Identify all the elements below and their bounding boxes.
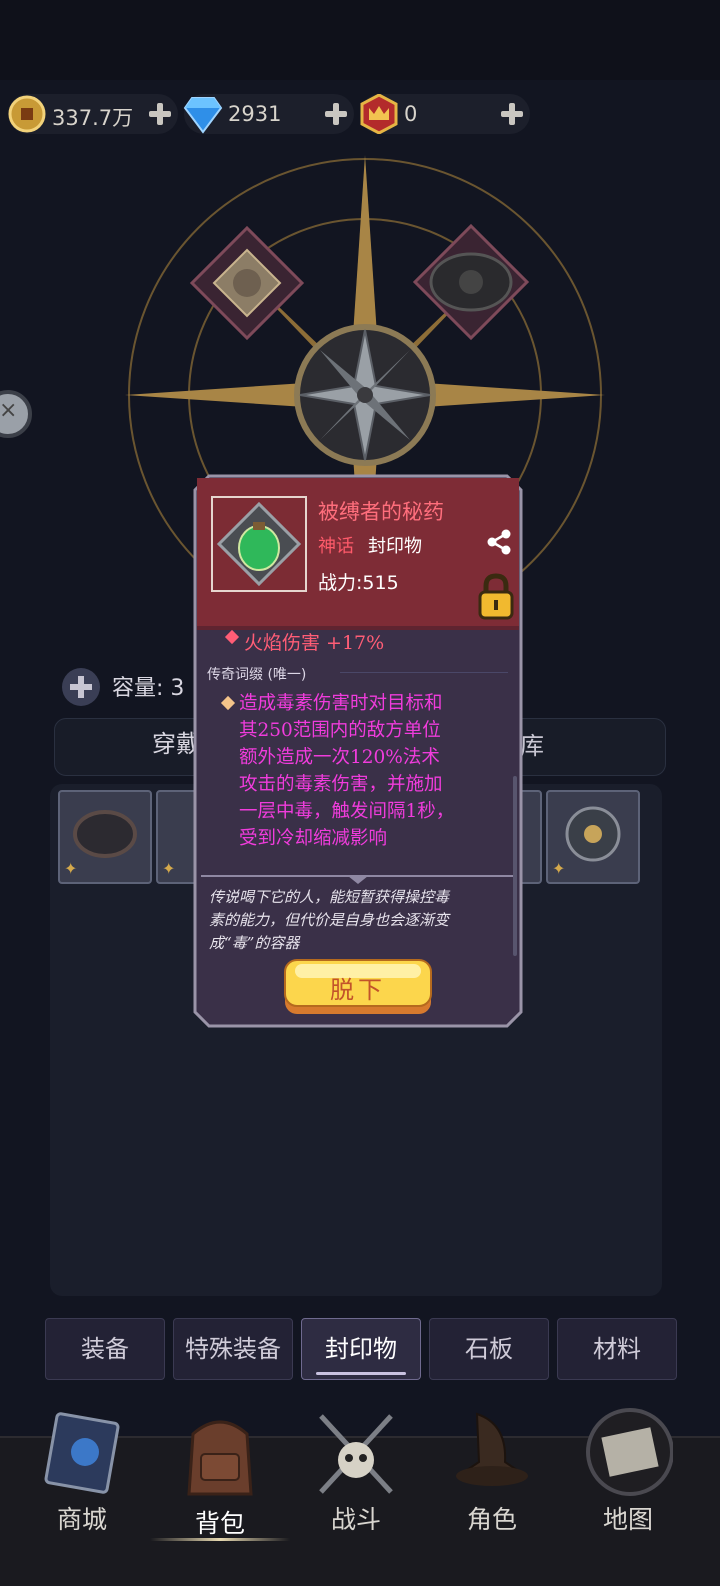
capacity-label: 容量: 3 bbox=[112, 676, 185, 701]
map-icon bbox=[586, 1408, 673, 1496]
wizard-hat-icon bbox=[456, 1412, 528, 1486]
category-seals[interactable]: 封印物 bbox=[301, 1318, 421, 1380]
item-stat: 火焰伤害 +17% bbox=[244, 632, 385, 654]
crown-badge-icon bbox=[360, 94, 398, 134]
crown-counter: 0 bbox=[360, 94, 530, 134]
diamond-counter: 2931 bbox=[183, 94, 354, 134]
affix-line: 受到冷却缩减影响 bbox=[239, 828, 388, 849]
nav-label: 战斗 bbox=[330, 1505, 381, 1534]
item-power: 战力:515 bbox=[318, 572, 399, 594]
seal-slot-topleft[interactable] bbox=[190, 226, 304, 340]
popup-scrollbar[interactable] bbox=[513, 776, 517, 956]
star-icon: ✦ bbox=[552, 859, 566, 878]
category-materials[interactable]: 材料 bbox=[557, 1318, 677, 1380]
add-diamond-button[interactable] bbox=[324, 102, 348, 126]
unequip-label: 脱下 bbox=[330, 976, 386, 1004]
add-gold-button[interactable] bbox=[148, 102, 172, 126]
item-name: 被缚者的秘药 bbox=[318, 500, 444, 524]
crossed-swords-skull-icon bbox=[319, 1414, 393, 1494]
inventory-slot[interactable]: ✦ bbox=[546, 790, 640, 884]
nav-map[interactable]: 地图 bbox=[558, 1400, 698, 1580]
gold-amount: 337.7万 bbox=[52, 106, 134, 130]
diamond-icon bbox=[183, 97, 223, 134]
backpack-icon bbox=[187, 1420, 253, 1496]
star-icon: ✦ bbox=[162, 859, 176, 878]
lore-line: 传说喝下它的人，能短暂获得操控毒 bbox=[209, 888, 450, 906]
nav-active-indicator bbox=[150, 1538, 290, 1541]
affix-line: 造成毒素伤害时对目标和 bbox=[239, 693, 443, 714]
nav-character[interactable]: 角色 bbox=[422, 1400, 562, 1580]
close-side-button[interactable] bbox=[0, 390, 32, 438]
affix-line: 一层中毒，触发间隔1秒， bbox=[239, 801, 455, 822]
nav-label: 角色 bbox=[466, 1505, 517, 1534]
item-lore: 传说喝下它的人，能短暂获得操控毒 素的能力，但代价是自身也会逐渐变 成“毒”的容… bbox=[209, 886, 507, 955]
inventory-slot[interactable]: ✦ bbox=[58, 790, 152, 884]
nav-battle[interactable]: 战斗 bbox=[286, 1400, 426, 1580]
top-strip bbox=[0, 0, 720, 80]
add-crown-button[interactable] bbox=[500, 102, 524, 126]
affix-line: 攻击的毒素伤害，并施加 bbox=[239, 774, 443, 795]
lore-line: 素的能力，但代价是自身也会逐渐变 bbox=[209, 911, 450, 929]
affix-description: 造成毒素伤害时对目标和 其250范围内的敌方单位 额外造成一次120%法术 攻击… bbox=[239, 690, 499, 852]
affix-line: 其250范围内的敌方单位 bbox=[239, 720, 441, 741]
lore-line: 成“毒”的容器 bbox=[209, 934, 300, 952]
category-special-equipment[interactable]: 特殊装备 bbox=[173, 1318, 293, 1380]
category-equipment[interactable]: 装备 bbox=[45, 1318, 165, 1380]
affix-header: 传奇词缀 (唯一) bbox=[207, 667, 307, 683]
nav-backpack[interactable]: 背包 bbox=[150, 1400, 290, 1580]
unequip-button[interactable]: 脱下 bbox=[283, 958, 433, 1016]
affix-line: 额外造成一次120%法术 bbox=[239, 747, 440, 768]
affix-divider bbox=[340, 672, 508, 673]
share-icon[interactable] bbox=[485, 528, 513, 556]
nav-label: 背包 bbox=[194, 1509, 245, 1538]
nav-label: 商城 bbox=[56, 1505, 107, 1534]
nav-shop[interactable]: 商城 bbox=[12, 1400, 152, 1580]
item-icon-frame bbox=[211, 496, 307, 592]
tab-storage[interactable]: 库 bbox=[520, 726, 544, 761]
crown-amount: 0 bbox=[404, 102, 418, 126]
gold-counter: 337.7万 bbox=[8, 94, 178, 134]
lock-icon[interactable] bbox=[476, 572, 516, 622]
seal-slot-topright[interactable] bbox=[413, 224, 529, 340]
nav-label: 地图 bbox=[602, 1505, 653, 1534]
gold-coin-icon bbox=[8, 95, 46, 133]
expand-capacity-button[interactable] bbox=[62, 668, 100, 706]
currency-bar: 337.7万 2931 0 bbox=[0, 92, 720, 138]
book-icon bbox=[44, 1412, 120, 1494]
diamond-amount: 2931 bbox=[228, 102, 282, 126]
poison-potion-icon bbox=[216, 501, 302, 587]
category-tablets[interactable]: 石板 bbox=[429, 1318, 549, 1380]
star-icon: ✦ bbox=[64, 859, 78, 878]
item-type: 封印物 bbox=[368, 536, 422, 557]
item-rarity: 神话 bbox=[318, 536, 354, 557]
